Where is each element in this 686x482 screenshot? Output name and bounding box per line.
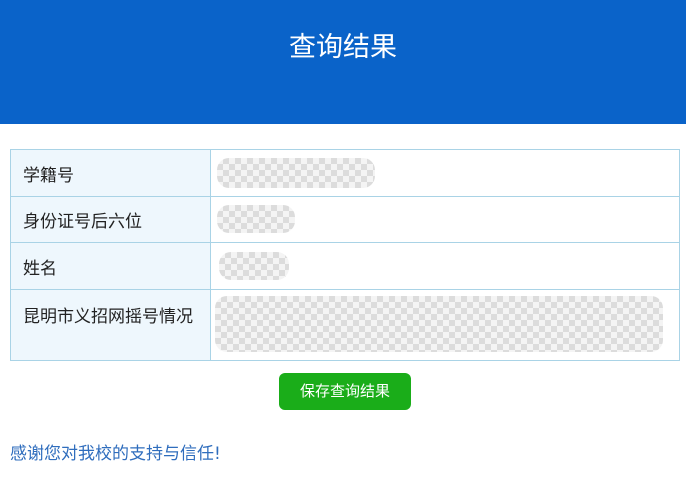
id-last-six-label: 身份证号后六位: [10, 196, 211, 243]
redacted-mask: [217, 205, 295, 233]
table-row: 昆明市义招网摇号情况: [10, 289, 680, 361]
name-value: [210, 242, 680, 290]
save-results-button[interactable]: 保存查询结果: [279, 373, 411, 410]
name-label: 姓名: [10, 242, 211, 290]
redacted-mask: [215, 296, 663, 352]
thanks-message: 感谢您对我校的支持与信任!: [10, 444, 221, 464]
table-row: 姓名: [10, 242, 680, 290]
lottery-status-value: [210, 289, 680, 361]
table-row: 身份证号后六位: [10, 196, 680, 243]
table-row: 学籍号: [10, 149, 680, 197]
student-id-label: 学籍号: [10, 149, 211, 197]
result-table: 学籍号 身份证号后六位 姓名 昆明市义招网摇号情况: [10, 149, 680, 361]
page-title: 查询结果: [289, 32, 397, 63]
redacted-mask: [217, 158, 375, 188]
page-header: 查询结果: [0, 0, 686, 124]
student-id-value: [210, 149, 680, 197]
lottery-status-label: 昆明市义招网摇号情况: [10, 289, 211, 361]
id-last-six-value: [210, 196, 680, 243]
redacted-mask: [219, 252, 289, 280]
